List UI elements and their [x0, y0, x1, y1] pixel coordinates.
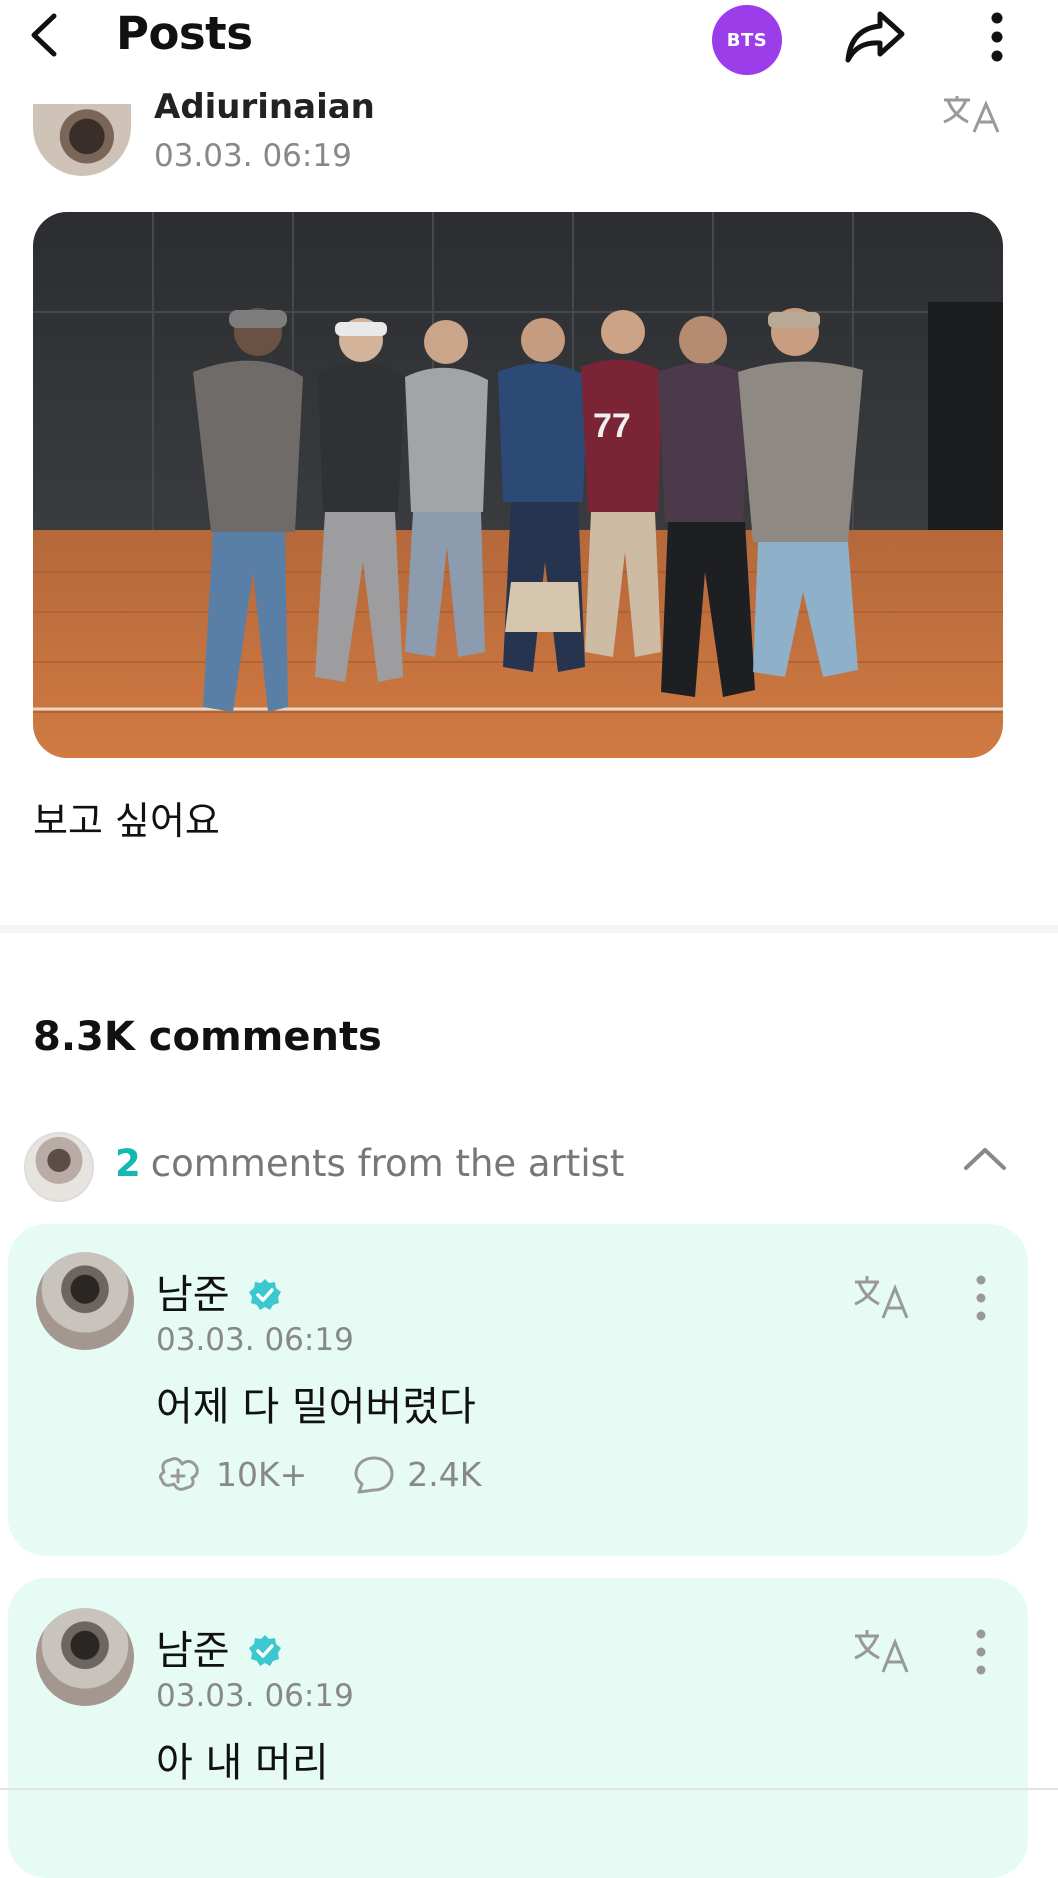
artist-avatar[interactable] — [24, 1132, 94, 1202]
section-divider — [0, 925, 1058, 933]
comment-timestamp: 03.03. 06:19 — [156, 1678, 354, 1714]
artist-comments-label: comments from the artist — [150, 1142, 625, 1185]
reply-count: 2.4K — [407, 1454, 482, 1494]
comments-count-heading: 8.3K comments — [33, 1014, 382, 1060]
translate-icon[interactable] — [940, 96, 1008, 136]
more-options-icon[interactable] — [985, 8, 1009, 64]
back-arrow-icon[interactable] — [24, 10, 64, 60]
post-author-name[interactable]: Adiurinaian — [154, 92, 375, 118]
bottom-input-divider — [0, 1788, 1058, 1790]
post-photo[interactable]: 77 — [33, 212, 1003, 758]
like-icon[interactable] — [156, 1454, 202, 1494]
more-options-icon[interactable] — [973, 1628, 989, 1676]
chevron-up-icon[interactable] — [962, 1144, 1008, 1174]
comment-author-name[interactable]: 남준 — [156, 1262, 282, 1320]
svg-text:77: 77 — [593, 407, 631, 445]
comment-actions: 10K+ 2.4K — [156, 1454, 481, 1494]
like-count: 10K+ — [216, 1454, 308, 1494]
translate-icon[interactable] — [853, 1628, 913, 1676]
comment-author-label: 남준 — [156, 1628, 230, 1674]
reply-icon[interactable] — [353, 1454, 395, 1494]
community-badge[interactable]: BTS — [712, 5, 782, 75]
verified-badge-icon — [249, 1279, 282, 1310]
post-author-avatar[interactable] — [33, 104, 131, 176]
comment-author-avatar[interactable] — [36, 1608, 134, 1706]
comment-timestamp: 03.03. 06:19 — [156, 1322, 354, 1358]
artist-comment-card: 남준 03.03. 06:19 아 내 머리 — [8, 1578, 1028, 1878]
post-body-text: 보고 싶어요 — [33, 799, 220, 843]
translate-icon[interactable] — [853, 1274, 913, 1322]
artist-comments-toggle[interactable]: 2 comments from the artist — [115, 1142, 624, 1185]
comment-author-name[interactable]: 남준 — [156, 1618, 282, 1676]
post-timestamp: 03.03. 06:19 — [154, 138, 352, 174]
comment-author-label: 남준 — [156, 1272, 230, 1318]
comment-author-avatar[interactable] — [36, 1252, 134, 1350]
page-title: Posts — [116, 7, 253, 60]
group-photo-image: 77 — [33, 212, 1003, 758]
artist-comment-count: 2 — [115, 1142, 141, 1185]
share-icon[interactable] — [840, 4, 910, 68]
artist-comment-card: 남준 03.03. 06:19 어제 다 밀어버렸다 10K+ 2.4K — [8, 1224, 1028, 1556]
top-bar: Posts BTS — [0, 0, 1058, 75]
verified-badge-icon — [249, 1635, 282, 1666]
comment-text: 어제 다 밀어버렸다 — [156, 1384, 476, 1430]
more-options-icon[interactable] — [973, 1274, 989, 1322]
comment-text: 아 내 머리 — [156, 1740, 329, 1786]
